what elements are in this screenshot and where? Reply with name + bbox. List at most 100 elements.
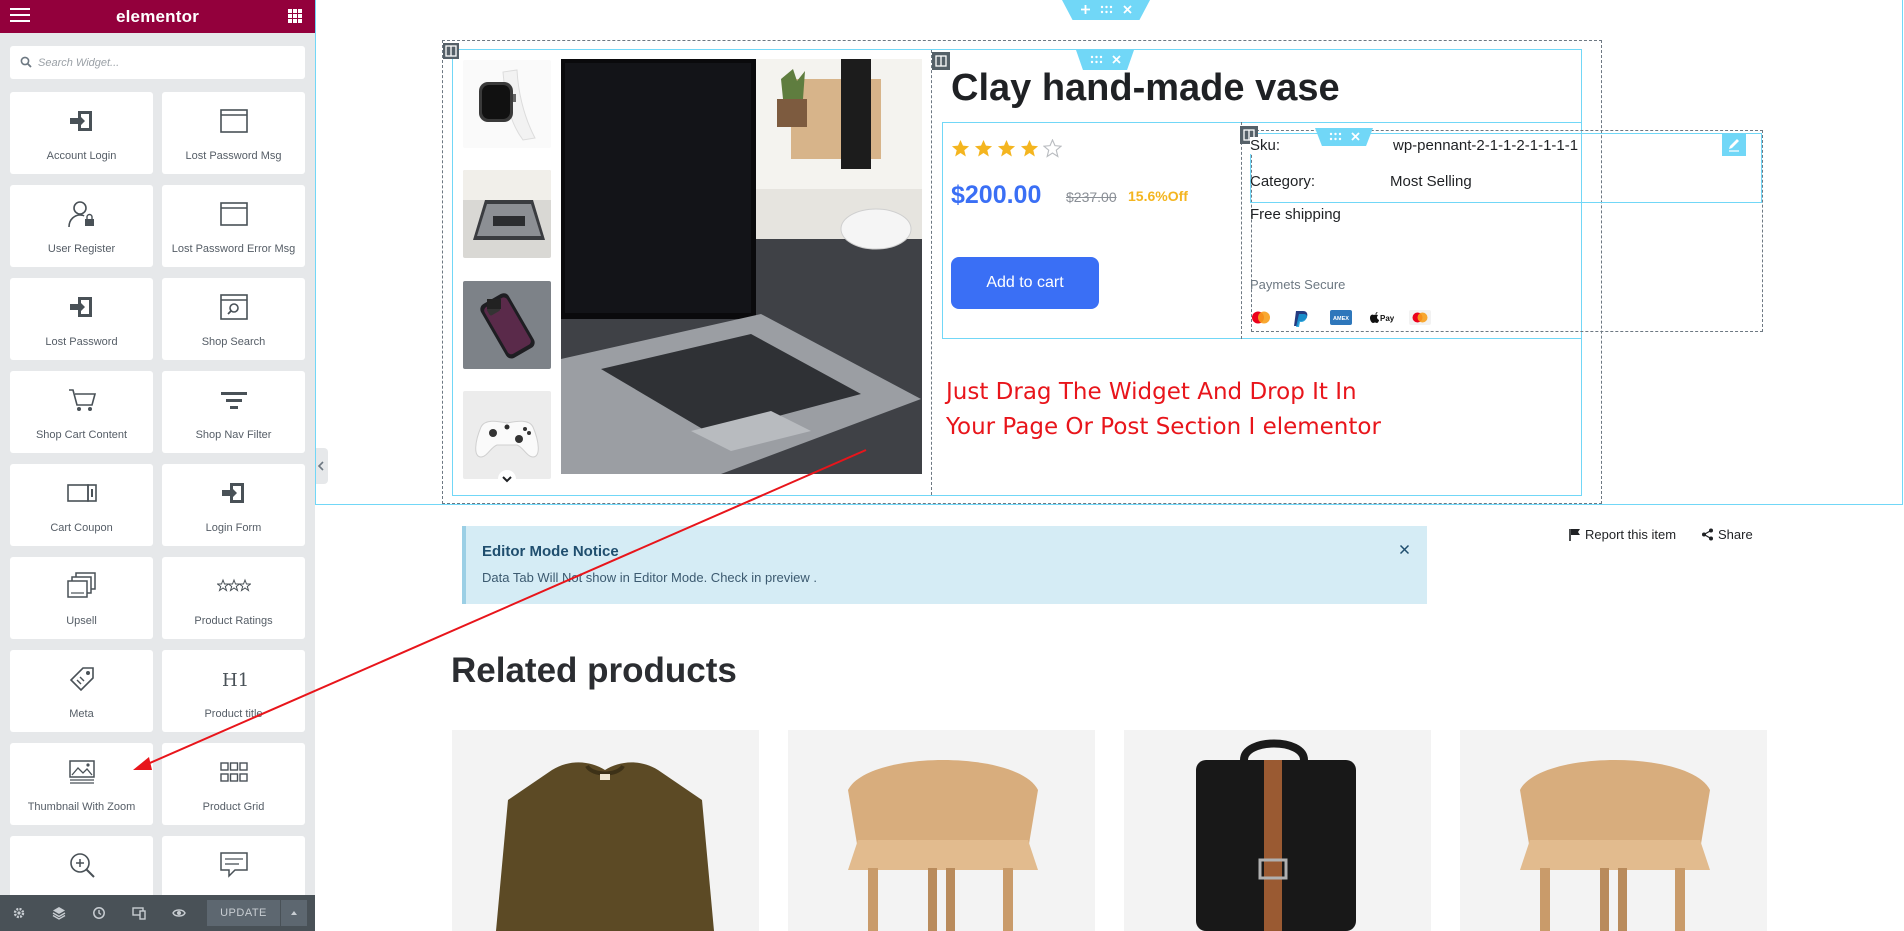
product-rating [951, 139, 1066, 159]
search-window-icon [162, 292, 305, 322]
widget-account-login[interactable]: Account Login [10, 92, 153, 174]
report-item-link[interactable]: Report this item [1569, 527, 1676, 542]
widget-upsell[interactable]: Upsell [10, 557, 153, 639]
stars-icon [162, 571, 305, 601]
annotation-line-1: Just Drag The Widget And Drop It In [946, 379, 1357, 405]
close-icon[interactable] [1122, 4, 1133, 15]
annotation-line-2: Your Page Or Post Section I elementor [946, 414, 1381, 440]
category-value[interactable]: Most Selling [1390, 173, 1472, 190]
eye-icon[interactable] [172, 906, 186, 920]
add-to-cart-button[interactable]: Add to cart [951, 257, 1099, 309]
paypal-icon [1290, 310, 1312, 327]
widget-product-title[interactable]: H1 Product title [162, 650, 305, 732]
column-icon [935, 55, 947, 67]
star-empty-icon [1043, 139, 1062, 158]
related-products-heading: Related products [451, 651, 737, 690]
notice-title: Editor Mode Notice [482, 543, 619, 560]
editor-mode-notice: Editor Mode Notice Data Tab Will Not sho… [462, 526, 1427, 604]
update-button[interactable]: UPDATE [207, 900, 280, 926]
svg-text:H1: H1 [222, 670, 249, 691]
history-icon[interactable] [92, 906, 106, 920]
payments-label: Paymets Secure [1250, 277, 1346, 292]
filter-icon [162, 385, 305, 415]
section-handle[interactable] [1062, 0, 1150, 20]
elementor-panel: elementor Account Login Lost Password Ms… [0, 0, 315, 931]
widget-label: Shop Search [201, 336, 266, 348]
flag-icon [1569, 529, 1580, 541]
widget-product-ratings[interactable]: Product Ratings [162, 557, 305, 639]
layers-icon[interactable] [52, 906, 66, 920]
share-label: Share [1718, 527, 1753, 542]
related-product-card[interactable] [1124, 730, 1431, 931]
widget-label: Account Login [46, 150, 117, 162]
widget-cart-coupon[interactable]: Cart Coupon [10, 464, 153, 546]
drag-icon[interactable] [1090, 55, 1103, 64]
widget-label: Lost Password Error Msg [171, 243, 296, 255]
zoom-in-icon [10, 850, 153, 880]
column-handle[interactable] [932, 52, 950, 70]
grid-icon [162, 757, 305, 787]
widget-thumbnail-with-zoom[interactable]: Thumbnail With Zoom [10, 743, 153, 825]
caret-up-icon [291, 911, 297, 915]
window-icon [162, 106, 305, 136]
widget-label: Meta [69, 708, 94, 720]
coupon-icon [10, 478, 153, 508]
inner-section-handle[interactable] [1315, 128, 1373, 146]
search-input[interactable] [38, 53, 298, 73]
laptop-image [463, 170, 551, 258]
star-filled-icon [951, 139, 970, 157]
widget-label: Upsell [66, 615, 97, 627]
widget-shop-nav-filter[interactable]: Shop Nav Filter [162, 371, 305, 453]
widget-label: Shop Cart Content [35, 429, 128, 441]
share-link[interactable]: Share [1701, 527, 1753, 542]
thumbnail-controller[interactable] [463, 391, 551, 479]
widget-lost-password[interactable]: Lost Password [10, 278, 153, 360]
widget-product-grid[interactable]: Product Grid [162, 743, 305, 825]
product-title: Clay hand-made vase [951, 67, 1340, 109]
close-icon[interactable] [1399, 544, 1410, 555]
related-product-card[interactable] [1460, 730, 1767, 931]
sign-in-icon [10, 292, 153, 322]
drag-drop-annotation: Just Drag The Widget And Drop It In Your… [946, 375, 1466, 445]
add-icon[interactable] [1080, 4, 1091, 15]
widgets-grid-icon[interactable] [288, 9, 302, 23]
widget-shop-cart-content[interactable]: Shop Cart Content [10, 371, 153, 453]
user-lock-icon [10, 199, 153, 229]
panel-footer: UPDATE [0, 895, 315, 931]
edit-widget-button[interactable] [1722, 134, 1746, 156]
widget-search[interactable] [10, 46, 305, 79]
thumbnail-laptop[interactable] [463, 170, 551, 258]
related-product-card[interactable] [452, 730, 759, 931]
thumbnails-scroll-down[interactable] [498, 470, 516, 488]
star-filled-icon [997, 139, 1016, 157]
widget-lost-password-error-msg[interactable]: Lost Password Error Msg [162, 185, 305, 267]
svg-text:Pay: Pay [1380, 314, 1394, 323]
thumbnail-watch[interactable] [463, 60, 551, 148]
related-product-card[interactable] [788, 730, 1095, 931]
widget-label: Thumbnail With Zoom [27, 801, 136, 813]
chair-image [848, 760, 1038, 931]
column-handle[interactable] [443, 43, 459, 59]
update-options-button[interactable] [281, 900, 307, 926]
widget-lost-password-msg[interactable]: Lost Password Msg [162, 92, 305, 174]
thumbnail-phone[interactable] [463, 281, 551, 369]
widget-meta[interactable]: Meta [10, 650, 153, 732]
product-discount: 15.6%Off [1128, 188, 1188, 204]
controller-image [463, 391, 551, 479]
cart-icon [10, 385, 153, 415]
close-icon[interactable] [1350, 131, 1361, 142]
drag-icon[interactable] [1329, 132, 1342, 141]
drag-icon[interactable] [1100, 5, 1113, 14]
close-icon[interactable] [1111, 54, 1122, 65]
widget-label: Lost Password Msg [185, 150, 282, 162]
widget-shop-search[interactable]: Shop Search [162, 278, 305, 360]
star-filled-icon [974, 139, 993, 157]
image-icon [10, 757, 153, 787]
apple-pay-icon: Pay [1368, 310, 1395, 325]
gear-icon[interactable] [12, 906, 26, 920]
responsive-icon[interactable] [132, 906, 146, 920]
main-product-image[interactable] [561, 59, 922, 474]
product-price: $200.00 [951, 181, 1042, 209]
widget-login-form[interactable]: Login Form [162, 464, 305, 546]
widget-user-register[interactable]: User Register [10, 185, 153, 267]
